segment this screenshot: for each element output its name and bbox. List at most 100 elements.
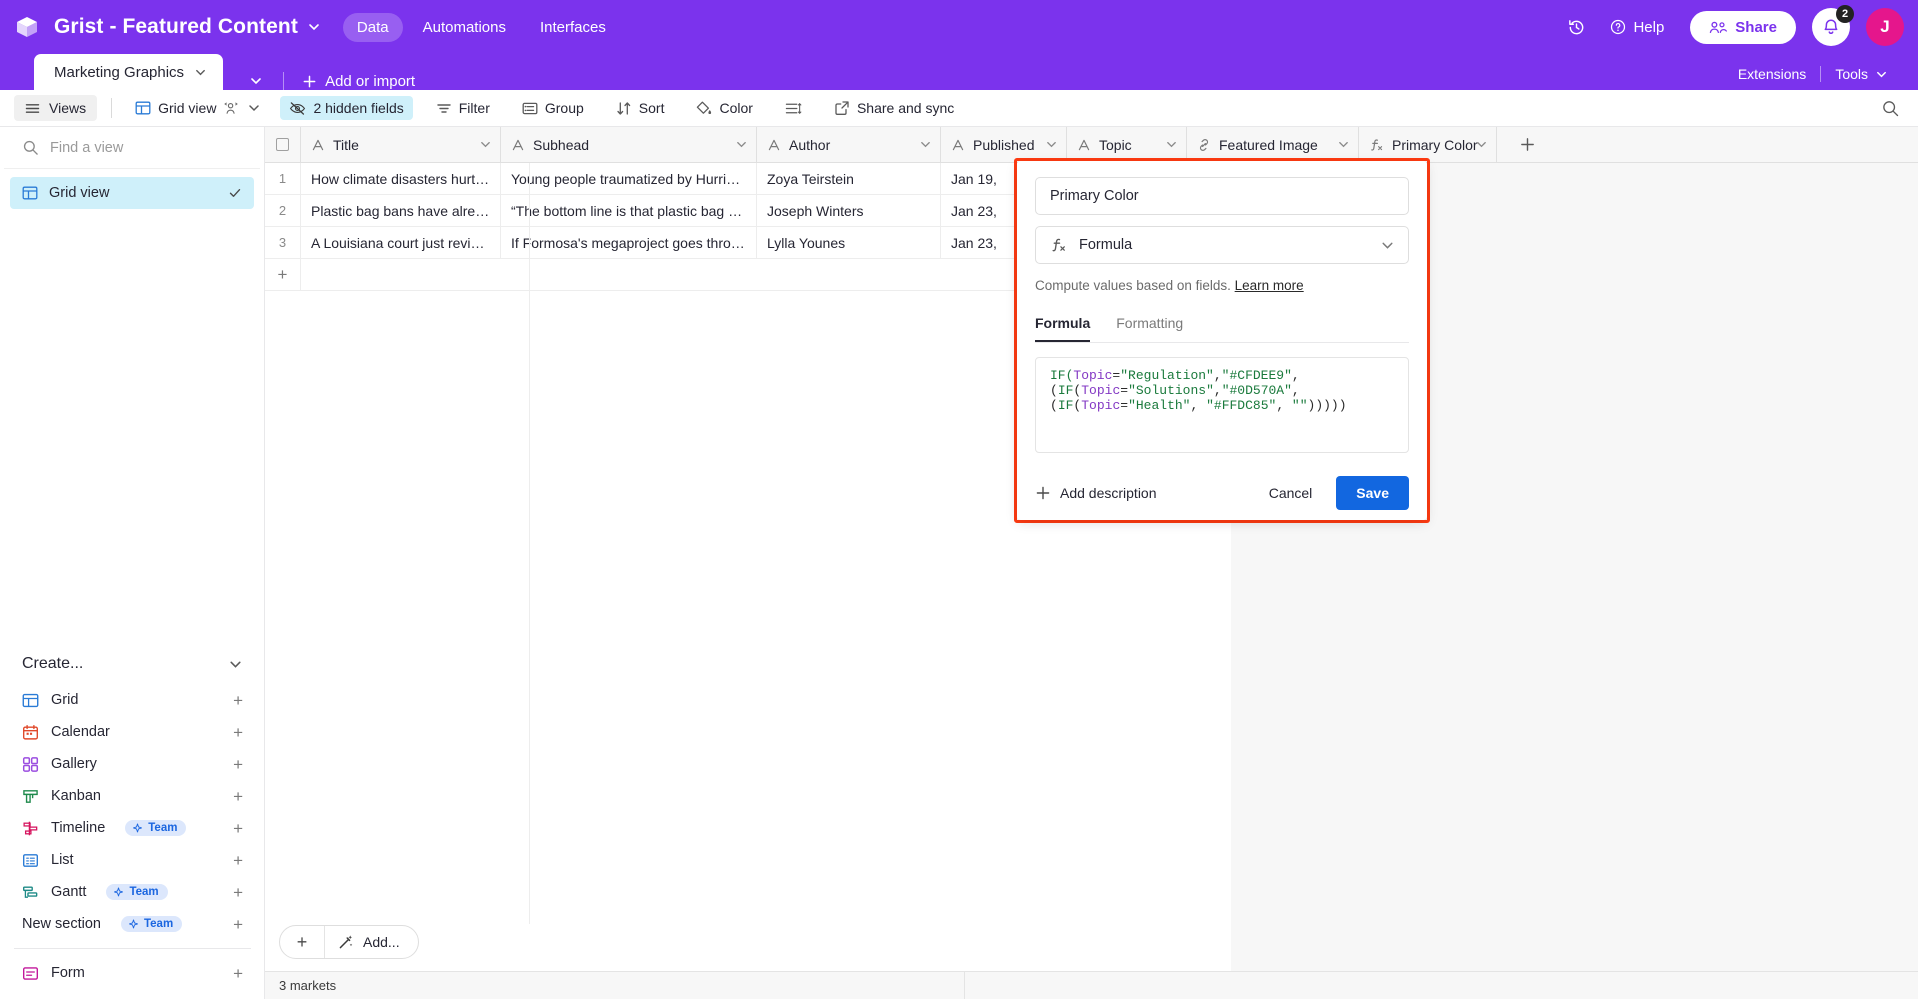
- cancel-button[interactable]: Cancel: [1255, 477, 1327, 509]
- share-and-sync-button[interactable]: Share and sync: [825, 96, 963, 120]
- chevron-down-icon[interactable]: [735, 138, 748, 151]
- chevron-down-icon[interactable]: [247, 101, 261, 115]
- add-icon[interactable]: +: [233, 788, 243, 805]
- sort-arrows-icon: [616, 101, 632, 116]
- chevron-down-icon[interactable]: [1337, 138, 1350, 151]
- chevron-down-icon[interactable]: [1165, 138, 1178, 151]
- chevron-down-icon[interactable]: [228, 657, 243, 672]
- create-item-label: Kanban: [51, 788, 101, 804]
- add-icon[interactable]: +: [233, 965, 243, 982]
- cell-value: Joseph Winters: [767, 203, 930, 219]
- column-header-published[interactable]: Published: [941, 127, 1067, 162]
- tabstrip-right-actions: Extensions Tools: [1724, 66, 1902, 82]
- hidden-fields-button[interactable]: 2 hidden fields: [280, 96, 412, 120]
- chevron-down-icon[interactable]: [479, 138, 492, 151]
- group-button[interactable]: Group: [513, 96, 593, 120]
- top-nav-item-data[interactable]: Data: [343, 13, 403, 42]
- sidebar-item-grid-view[interactable]: Grid view: [10, 177, 254, 209]
- create-item-gantt[interactable]: Gantt Team +: [0, 876, 265, 908]
- top-nav-item-automations[interactable]: Automations: [409, 13, 520, 42]
- add-icon[interactable]: +: [233, 916, 243, 933]
- column-header-featured-image[interactable]: Featured Image: [1187, 127, 1359, 162]
- grid-view-button[interactable]: Grid view: [126, 96, 270, 120]
- column-header-label: Subhead: [533, 137, 589, 153]
- column-header-subhead[interactable]: Subhead: [501, 127, 757, 162]
- column-header-label: Author: [789, 137, 830, 153]
- page-tab-marketing-graphics[interactable]: Marketing Graphics: [34, 54, 223, 90]
- share-and-sync-label: Share and sync: [857, 100, 954, 116]
- search-icon[interactable]: [1881, 99, 1900, 123]
- create-item-new-section[interactable]: New section Team +: [0, 908, 265, 940]
- search-icon: [22, 139, 39, 156]
- cell-subhead[interactable]: If Formosa's megaproject goes throug...: [501, 227, 757, 258]
- add-column-button[interactable]: [1497, 127, 1557, 162]
- create-item-kanban[interactable]: Kanban +: [0, 780, 265, 812]
- add-widget-plus-button[interactable]: +: [280, 932, 324, 953]
- cell-subhead[interactable]: Young people traumatized by Hurrican...: [501, 163, 757, 194]
- field-name-input[interactable]: [1035, 177, 1409, 215]
- chevron-down-icon[interactable]: [307, 20, 321, 34]
- history-icon[interactable]: [1558, 9, 1594, 45]
- left-sidebar: Grid view Create... Grid +: [0, 127, 265, 999]
- add-icon[interactable]: +: [233, 884, 243, 901]
- create-item-label: Gallery: [51, 756, 97, 772]
- create-item-grid[interactable]: Grid +: [0, 684, 265, 716]
- add-icon[interactable]: +: [233, 852, 243, 869]
- user-avatar[interactable]: J: [1866, 8, 1904, 46]
- cell-subhead[interactable]: “The bottom line is that plastic bag ba.…: [501, 195, 757, 226]
- cell-author[interactable]: Zoya Teirstein: [757, 163, 941, 194]
- extensions-button[interactable]: Extensions: [1724, 66, 1820, 82]
- add-or-import-button[interactable]: Add or import: [292, 73, 425, 90]
- add-description-button[interactable]: Add description: [1035, 485, 1157, 501]
- text-type-icon: [511, 138, 525, 152]
- select-all-checkbox[interactable]: [265, 127, 301, 162]
- document-title[interactable]: Grist - Featured Content: [54, 15, 298, 39]
- save-button[interactable]: Save: [1336, 476, 1409, 510]
- grid-view-label: Grid view: [158, 100, 216, 116]
- chevron-down-icon[interactable]: [194, 66, 207, 79]
- top-nav: Data Automations Interfaces: [343, 13, 620, 42]
- color-button[interactable]: Color: [687, 96, 761, 120]
- cell-author[interactable]: Lylla Younes: [757, 227, 941, 258]
- column-type-select[interactable]: Formula: [1035, 226, 1409, 264]
- add-icon[interactable]: +: [233, 820, 243, 837]
- views-button[interactable]: Views: [14, 95, 97, 121]
- create-item-form[interactable]: Form +: [0, 957, 265, 989]
- add-icon[interactable]: +: [233, 692, 243, 709]
- formula-editor[interactable]: IF(Topic="Regulation","#CFDEE9",(IF(Topi…: [1035, 357, 1409, 453]
- page-list-chevron-icon[interactable]: [237, 74, 275, 88]
- create-section-header[interactable]: Create...: [0, 644, 265, 684]
- create-item-label: Form: [51, 965, 85, 981]
- add-icon[interactable]: +: [233, 724, 243, 741]
- create-item-list[interactable]: List +: [0, 844, 265, 876]
- create-item-gallery[interactable]: Gallery +: [0, 748, 265, 780]
- chevron-down-icon[interactable]: [1475, 138, 1488, 151]
- add-icon[interactable]: +: [233, 756, 243, 773]
- filter-button[interactable]: Filter: [427, 96, 499, 120]
- find-view-input[interactable]: [50, 140, 242, 156]
- tab-formatting[interactable]: Formatting: [1116, 315, 1183, 342]
- create-item-timeline[interactable]: Timeline Team +: [0, 812, 265, 844]
- column-header-topic[interactable]: Topic: [1067, 127, 1187, 162]
- chevron-down-icon[interactable]: [1045, 138, 1058, 151]
- chevron-down-icon[interactable]: [1380, 238, 1395, 253]
- help-button[interactable]: Help: [1598, 13, 1676, 42]
- grist-logo-icon[interactable]: [0, 0, 54, 54]
- sort-button[interactable]: Sort: [607, 96, 674, 120]
- column-header-primary-color[interactable]: Primary Color: [1359, 127, 1497, 162]
- column-header-title[interactable]: Title: [301, 127, 501, 162]
- row-height-button[interactable]: [776, 97, 811, 120]
- notifications-button[interactable]: 2: [1812, 8, 1850, 46]
- chevron-down-icon[interactable]: [919, 138, 932, 151]
- add-ai-widget-button[interactable]: Add...: [325, 934, 418, 950]
- create-item-label: Gantt: [51, 884, 86, 900]
- share-button[interactable]: Share: [1690, 11, 1796, 44]
- tools-button[interactable]: Tools: [1821, 66, 1902, 82]
- column-header-author[interactable]: Author: [757, 127, 941, 162]
- tab-formula[interactable]: Formula: [1035, 315, 1090, 342]
- create-item-calendar[interactable]: Calendar +: [0, 716, 265, 748]
- cell-author[interactable]: Joseph Winters: [757, 195, 941, 226]
- top-nav-item-interfaces[interactable]: Interfaces: [526, 13, 620, 42]
- learn-more-link[interactable]: Learn more: [1235, 278, 1304, 293]
- add-description-label: Add description: [1060, 485, 1157, 501]
